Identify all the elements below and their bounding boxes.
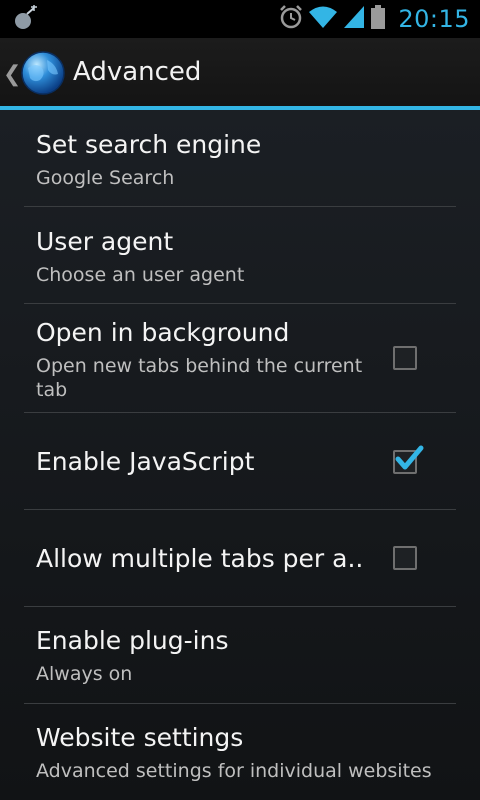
- page-title: Advanced: [73, 57, 202, 87]
- pref-title: Set search engine: [36, 130, 262, 159]
- status-time: 20:15: [398, 5, 470, 33]
- pref-title: User agent: [36, 227, 174, 256]
- action-bar: ❮ Advanced: [0, 38, 480, 106]
- pref-website-settings[interactable]: Website settings Advanced settings for i…: [0, 704, 480, 800]
- pref-title: Enable plug-ins: [36, 626, 229, 655]
- pref-set-search-engine[interactable]: Set search engine Google Search: [0, 110, 480, 207]
- notification-icon: [10, 5, 40, 37]
- status-bar: 20:15: [0, 0, 480, 38]
- pref-title: Enable JavaScript: [36, 447, 255, 476]
- pref-summary: Google Search: [36, 167, 175, 189]
- alarm-icon: [278, 4, 304, 34]
- pref-summary: Open new tabs behind the current tab: [36, 355, 363, 401]
- multiple-tabs-checkbox[interactable]: [393, 546, 417, 570]
- checkmark-icon: [395, 445, 424, 470]
- pref-title: Website settings: [36, 723, 244, 752]
- browser-globe-icon[interactable]: [20, 50, 66, 96]
- pref-summary: Advanced settings for individual website…: [36, 760, 432, 782]
- pref-summary: Choose an user agent: [36, 264, 245, 286]
- pref-summary: Always on: [36, 663, 133, 685]
- pref-title: Allow multiple tabs per a..: [36, 544, 364, 573]
- signal-icon: [342, 4, 366, 34]
- battery-icon: [370, 4, 386, 34]
- wifi-icon: [308, 4, 338, 34]
- pref-allow-multiple-tabs[interactable]: Allow multiple tabs per a..: [0, 510, 480, 607]
- background-checkbox[interactable]: [393, 346, 417, 370]
- pref-open-in-background[interactable]: Open in background Open new tabs behind …: [0, 304, 480, 412]
- preferences-list: Set search engine Google Search User age…: [0, 110, 480, 800]
- pref-user-agent[interactable]: User agent Choose an user agent: [0, 207, 480, 304]
- pref-title: Open in background: [36, 318, 290, 347]
- pref-enable-plugins[interactable]: Enable plug-ins Always on: [0, 607, 480, 704]
- javascript-checkbox[interactable]: [393, 445, 424, 474]
- up-navigation-icon[interactable]: ❮: [3, 62, 21, 87]
- pref-enable-javascript[interactable]: Enable JavaScript: [0, 413, 480, 510]
